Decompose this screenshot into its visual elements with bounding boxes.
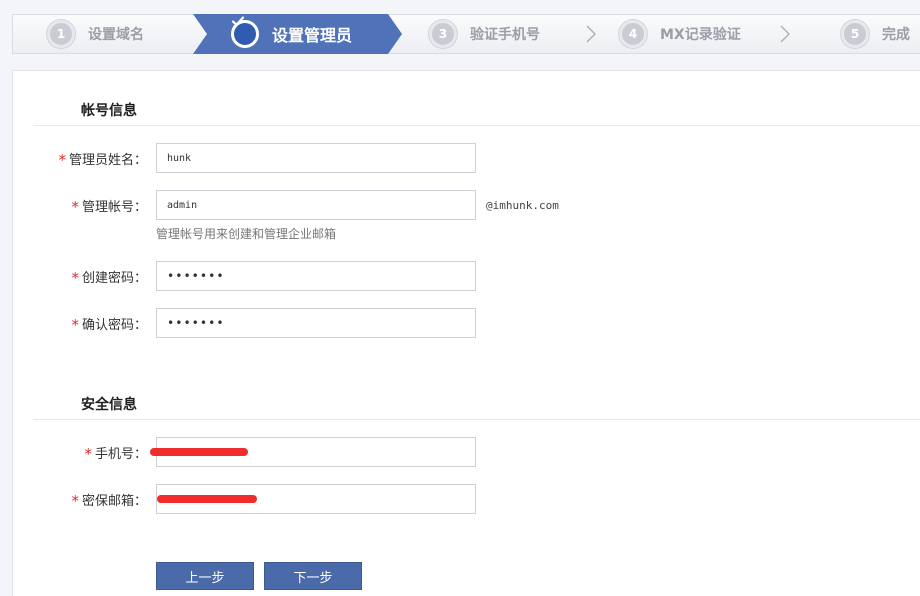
admin-name-label: * 管理员姓名：	[58, 151, 147, 169]
step-progress-bar: 1 设置域名 设置管理员 3 验证手机号 4 MX记录验证 5 完成	[12, 14, 920, 54]
step-number-badge: 1	[47, 20, 75, 48]
required-asterisk: *	[71, 269, 79, 287]
admin-account-input[interactable]	[156, 190, 476, 220]
section-title-account: 帐号信息	[81, 103, 137, 119]
step-label: 验证手机号	[470, 27, 540, 43]
step-label: MX记录验证	[660, 27, 741, 43]
email-domain-suffix: @imhunk.com	[486, 199, 559, 212]
step-number-badge: 3	[429, 20, 457, 48]
phone-label: * 手机号：	[84, 445, 147, 463]
chevron-right-icon	[586, 25, 596, 43]
step-5: 5 完成	[841, 15, 910, 53]
step-label: 设置管理员	[272, 26, 353, 45]
backup-email-label: * 密保邮箱：	[71, 492, 147, 510]
required-asterisk: *	[58, 151, 66, 169]
section-divider	[33, 125, 920, 126]
required-asterisk: *	[84, 445, 92, 463]
admin-account-label: * 管理帐号：	[71, 198, 147, 216]
admin-account-hint: 管理帐号用来创建和管理企业邮箱	[156, 227, 337, 241]
admin-setup-form: 帐号信息 *管理员姓名： *管理帐号： @imhunk.com 管理帐号用来创建…	[12, 70, 920, 596]
required-asterisk: *	[71, 492, 79, 510]
section-title-security: 安全信息	[81, 397, 137, 413]
step-4: 4 MX记录验证	[619, 15, 741, 53]
step-3: 3 验证手机号	[429, 15, 540, 53]
prev-step-button[interactable]: 上一步	[156, 562, 254, 590]
next-step-button[interactable]: 下一步	[264, 562, 362, 590]
redaction-mark	[157, 495, 257, 503]
chevron-right-icon	[780, 25, 790, 43]
create-password-input[interactable]	[156, 261, 476, 291]
required-asterisk: *	[71, 316, 79, 334]
section-divider	[33, 419, 920, 420]
admin-name-input[interactable]	[156, 143, 476, 173]
step-2-active: 设置管理员	[193, 14, 402, 54]
step-1: 1 设置域名	[47, 15, 144, 53]
create-password-label: * 创建密码：	[71, 269, 147, 287]
step-label: 完成	[882, 27, 910, 43]
step-number-badge: 4	[619, 20, 647, 48]
required-asterisk: *	[71, 198, 79, 216]
step-label: 设置域名	[88, 27, 144, 43]
step-number-badge: 5	[841, 20, 869, 48]
check-icon	[231, 16, 259, 48]
confirm-password-label: * 确认密码：	[71, 316, 147, 334]
redaction-mark	[150, 448, 248, 456]
confirm-password-input[interactable]	[156, 308, 476, 338]
